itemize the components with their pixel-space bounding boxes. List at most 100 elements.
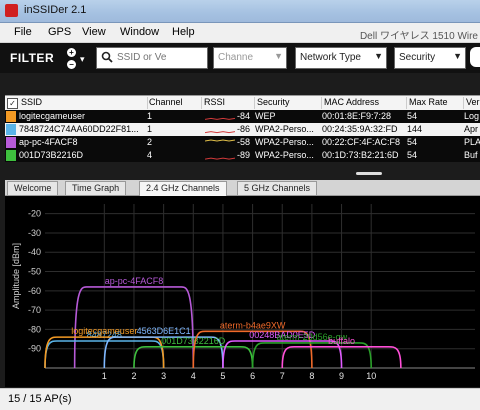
- x-tick-label: 9: [339, 371, 344, 381]
- network-label: 4563D6E1C1: [137, 326, 191, 336]
- cell-vendor: Apr: [464, 124, 479, 134]
- x-tick-label: 10: [366, 371, 376, 381]
- rssi-sparkline: [205, 139, 235, 142]
- cell-channel: 2: [147, 137, 153, 147]
- column-mac-address[interactable]: MAC Address: [322, 97, 407, 109]
- x-tick-label: 2: [131, 371, 136, 381]
- channel-graph: -20 -30 -40 -50 -60 -70 -80 -90 1 2 3 4 5 6 7 8 9 10 Ampli…: [5, 196, 480, 387]
- chevron-down-icon: ▼: [374, 51, 383, 61]
- cell-max-rate: 54: [407, 137, 418, 147]
- tab-24ghz-channels[interactable]: 2.4 GHz Channels: [139, 181, 227, 196]
- ap-count: 15 / 15 AP(s): [8, 393, 72, 405]
- network-label: 001D73B2216D: [161, 336, 226, 346]
- column-security[interactable]: Security: [255, 97, 322, 109]
- adapter-selector[interactable]: Dell ワイヤレス 1510 Wire: [360, 27, 478, 42]
- cell-security: WPA2-Perso...: [255, 150, 314, 160]
- y-tick-label: -60: [28, 286, 41, 296]
- ssid-search-box[interactable]: [96, 47, 208, 69]
- x-tick-label: 5: [220, 371, 225, 381]
- status-bar: 15 / 15 AP(s): [0, 388, 480, 410]
- x-tick-label: 8: [309, 371, 314, 381]
- cell-mac-address: 00:1D:73:B2:21:6D: [322, 150, 399, 160]
- column-channel[interactable]: Channel: [147, 97, 202, 109]
- cell-ssid: logitecgameuser: [19, 111, 86, 121]
- channel-chart: -20 -30 -40 -50 -60 -70 -80 -90 1 2 3 4 5 6 7 8 9 10 Ampli…: [11, 204, 475, 381]
- cell-vendor: Buf: [464, 150, 478, 160]
- rssi-sparkline: [205, 157, 235, 160]
- select-all-checkbox[interactable]: ✓: [7, 98, 18, 109]
- tab-strip: Welcome Time Graph 2.4 GHz Channels 5 GH…: [5, 180, 480, 196]
- network-color-chip[interactable]: [6, 137, 16, 148]
- network-label: aterm-b4ae9XW: [220, 320, 286, 330]
- x-tick-label: 3: [161, 371, 166, 381]
- network-color-chip[interactable]: [6, 124, 16, 135]
- network-label: logitecgameuser: [71, 326, 137, 336]
- cell-vendor: Log: [464, 111, 480, 121]
- cell-max-rate: 54: [407, 150, 418, 160]
- column-rssi[interactable]: RSSI: [202, 97, 255, 109]
- cell-max-rate: 54: [407, 111, 418, 121]
- rssi-sparkline: [205, 131, 235, 134]
- cell-ssid: ap-pc-4FACF8: [19, 137, 78, 147]
- y-tick-label: -30: [28, 228, 41, 238]
- cell-mac-address: 00:22:CF:4F:AC:F8: [322, 137, 401, 147]
- table-row[interactable]: 7848724C74AA60DD22F81... 1 -86 WPA2-Perso..…: [5, 123, 480, 136]
- cell-security: WPA2-Perso...: [255, 137, 314, 147]
- security-dropdown[interactable]: Security ▼: [394, 47, 466, 69]
- cell-mac-address: 00:01:8E:F9:7:28: [322, 111, 392, 121]
- column-max-rate[interactable]: Max Rate: [407, 97, 464, 109]
- filter-dropdown-icon[interactable]: ▾: [80, 54, 85, 65]
- table-row[interactable]: 001D73B2216D 4 -89 WPA2-Perso... 00:1D:73:B2…: [5, 149, 480, 162]
- filter-label: FILTER: [10, 51, 55, 65]
- chevron-down-icon: ▼: [274, 51, 283, 61]
- cell-ssid: 7848724C74AA60DD22F81...: [19, 124, 139, 134]
- network-type-dropdown[interactable]: Network Type ▼: [295, 47, 387, 69]
- menu-view[interactable]: View: [82, 26, 106, 38]
- network-label: buffalo: [328, 336, 355, 346]
- y-tick-label: -80: [28, 324, 41, 334]
- tab-welcome[interactable]: Welcome: [7, 181, 59, 195]
- add-filter-icon[interactable]: +: [67, 48, 76, 57]
- x-tick-label: 4: [191, 371, 196, 381]
- remove-filter-icon[interactable]: −: [67, 60, 76, 69]
- window-title: inSSIDer 2.1: [24, 4, 87, 16]
- cell-channel: 4: [147, 150, 153, 160]
- menu-window[interactable]: Window: [120, 26, 159, 38]
- channel-filter-label: Channe: [218, 52, 254, 63]
- column-vendor[interactable]: Ver: [464, 97, 480, 109]
- network-table-header: ✓ SSID Channel RSSI Security MAC Address…: [5, 95, 480, 111]
- x-tick-label: 6: [250, 371, 255, 381]
- network-color-chip[interactable]: [6, 111, 16, 122]
- network-color-chip[interactable]: [6, 150, 16, 161]
- tab-time-graph[interactable]: Time Graph: [65, 181, 127, 195]
- chevron-down-icon: ▼: [453, 51, 462, 61]
- search-icon: [101, 51, 113, 63]
- cell-mac-address: 00:24:35:9A:32:FD: [322, 124, 398, 134]
- ssid-search-input[interactable]: [117, 50, 203, 64]
- column-ssid[interactable]: SSID: [19, 97, 148, 109]
- y-tick-label: -90: [28, 344, 41, 354]
- table-scrollbar[interactable]: [356, 172, 382, 175]
- tab-5ghz-channels[interactable]: 5 GHz Channels: [237, 181, 318, 195]
- x-tick-label: 1: [102, 371, 107, 381]
- cell-security: WPA2-Perso...: [255, 124, 314, 134]
- x-tick-label: 7: [280, 371, 285, 381]
- network-type-label: Network Type: [300, 52, 361, 63]
- table-row[interactable]: ap-pc-4FACF8 2 -58 WPA2-Perso... 00:22:CF:4F…: [5, 136, 480, 149]
- rssi-sparkline: [205, 117, 235, 120]
- start-button[interactable]: [470, 47, 480, 67]
- cell-max-rate: 144: [407, 124, 423, 134]
- y-tick-label: -20: [28, 209, 41, 219]
- menu-file[interactable]: File: [14, 26, 32, 38]
- cell-vendor: PLA: [464, 137, 480, 147]
- channel-filter-dropdown[interactable]: Channe ▼: [213, 47, 287, 69]
- menu-help[interactable]: Help: [172, 26, 195, 38]
- menu-gps[interactable]: GPS: [48, 26, 71, 38]
- y-tick-label: -40: [28, 247, 41, 257]
- y-tick-label: -70: [28, 305, 41, 315]
- network-label: ap-pc-4FACF8: [105, 276, 164, 286]
- cell-channel: 1: [147, 111, 153, 121]
- security-label: Security: [399, 52, 436, 63]
- table-row[interactable]: logitecgameuser 1 -84 WEP 00:01:8E:F9:7:28 54…: [5, 110, 480, 123]
- y-tick-label: -50: [28, 267, 41, 277]
